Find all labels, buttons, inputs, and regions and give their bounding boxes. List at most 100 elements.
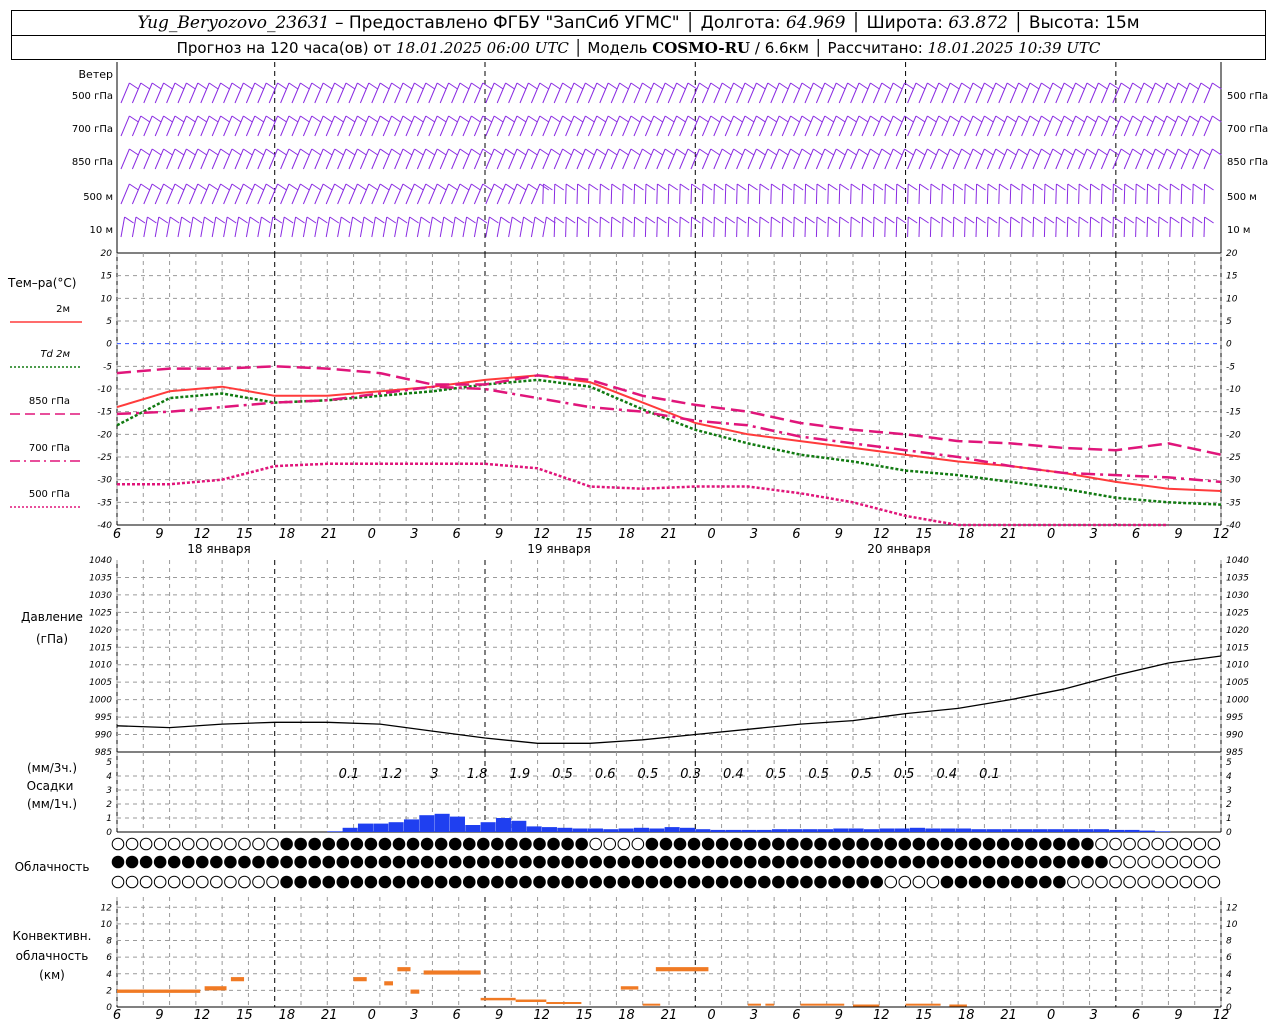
cloud-cover-symbol [603,855,617,869]
wind-barb-flag [311,183,322,191]
wind-barb [884,216,886,238]
wind-barb-flag [482,148,493,156]
wind-barb-flag [645,216,656,224]
wind-barb [1066,216,1069,238]
wind-barb-flag [828,216,838,224]
wind-barb-flag [477,216,488,224]
wind-barb-flag [129,115,139,123]
wind-barb-flag [414,82,424,90]
cloud-cover-symbol [645,855,659,869]
wind-level-label-right: 850 гПа [1227,157,1268,168]
wind-barb-flag [482,183,493,191]
temp-tick-right: -35 [1226,498,1241,508]
wind-barb-flag [984,148,994,156]
wind-barb-flag [767,115,778,123]
conv-cloud-bar [905,1003,941,1006]
wind-barb-flag [220,148,230,156]
wind-barb-flag [265,183,276,191]
time-tick-label-top: 0 [368,527,376,542]
time-tick-label-bottom: 12 [533,1008,550,1023]
wind-barb-flag [528,148,538,156]
wind-level-label-left: 700 гПа [72,124,113,135]
precip-bar [1109,829,1125,832]
wind-level-label-right: 10 м [1227,225,1250,236]
cloud-cover-symbol [252,875,265,889]
wind-barb-flag [265,148,276,156]
wind-barb-flag [345,183,356,191]
precip-bar [495,818,511,832]
wind-barb-flag [657,216,667,224]
cloud-cover-symbol [1010,837,1024,851]
wind-barb-flag [964,216,975,224]
wind-barb [1146,183,1149,205]
wind-barb [143,216,148,238]
precip-bar [649,828,665,832]
wind-barb-flag [721,115,732,123]
wind-barb [872,183,875,205]
precip-bar [1001,829,1017,832]
cloud-cover-symbol [519,855,532,869]
cloud-cover-symbol [111,875,125,889]
wind-barb-flag [1124,216,1135,224]
wind-barb-flag [756,148,766,156]
conv-cloud-bar [204,986,227,991]
wind-barb-flag [679,216,690,224]
cloud-cover-symbol [1193,875,1207,889]
cloud-cover-symbol [589,875,603,889]
wind-barb-flag [1147,216,1157,224]
wind-barb-flag [702,183,713,191]
wind-barb-flag [999,216,1009,224]
wind-barb-flag [919,183,929,191]
wind-barb-flag [710,148,721,156]
precip-title: Осадки [27,779,74,793]
wind-barb [120,148,130,170]
wind-barb [793,216,795,238]
precip-bar [526,826,542,832]
cloud-cover-symbol [561,837,574,851]
pressure-tick-right: 1000 [1226,696,1249,706]
wind-barb-flag [140,82,151,90]
wind-barb-flag [1192,183,1203,191]
wind-barb-flag [927,82,937,90]
temp-series-2 [116,365,1222,456]
wind-barb-flag [1181,183,1192,191]
wind-barb [872,216,875,238]
wind-barb [907,216,909,238]
wind-barb-flag [436,82,447,90]
wind-barb-flag [1078,216,1089,224]
cloud-cover-symbol [280,837,293,851]
cloud-cover-symbol [448,875,462,889]
wind-barb-flag [1018,148,1028,156]
wind-barb [1089,183,1092,205]
precip-bar [403,819,419,832]
wind-barb [644,216,647,238]
wind-barb-flag [664,82,675,90]
cloud-cover-symbol [1151,855,1164,869]
conv-tick-right: 0 [1226,1003,1232,1013]
wind-barb-flag [151,115,162,123]
cloud-cover-symbol [772,875,785,889]
precip-bar [710,829,726,832]
cloud-cover-symbol [786,837,799,851]
wind-barb-flag [676,82,686,90]
wind-barb [610,216,613,238]
pressure-tick-left: 1015 [89,643,112,653]
cloud-cover-symbol [448,837,462,851]
cloud-cover-symbol [547,837,560,851]
wind-barb [120,216,126,238]
cloud-cover-symbol [575,875,588,889]
cloud-cover-symbol [645,837,659,851]
cloud-cover-symbol [181,855,195,869]
conv-cloud-bar [747,1003,761,1006]
wind-barb-flag [622,216,633,224]
wind-barb [553,216,556,238]
wind-barb-flag [1177,148,1188,156]
wind-barb-flag [391,82,401,90]
wind-barb-flag [391,183,401,191]
cloud-cover-symbol [1053,855,1066,869]
temp-tick-right: 20 [1226,249,1238,259]
time-tick-label-bottom: 15 [915,1008,932,1023]
cloud-cover-symbol [350,855,364,869]
wind-barb-flag [1006,115,1017,123]
wind-barb-flag [197,148,208,156]
